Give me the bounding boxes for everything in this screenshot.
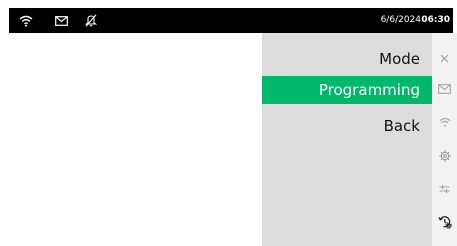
menu-item-label: Back [383,117,420,135]
close-icon[interactable] [432,45,457,71]
wifi-icon[interactable] [432,109,457,135]
mail-icon[interactable] [432,76,457,102]
sliders-icon[interactable] [432,176,457,202]
menu-item-mode[interactable]: Mode [262,45,432,73]
side-rail [432,33,457,246]
history-settings-icon[interactable] [432,209,457,235]
wifi-icon[interactable] [17,8,35,33]
menu-item-label: Mode [379,50,420,68]
menu-panel: Mode Programming Back [262,33,432,246]
menu-item-programming[interactable]: Programming [262,76,432,104]
bell-off-icon[interactable] [83,8,99,33]
status-bar: 6/6/2024 06:30 [9,8,453,33]
main-content-area [9,33,262,246]
status-time: 06:30 [421,15,450,25]
menu-item-label: Programming [318,81,420,99]
status-date: 6/6/2024 [380,15,421,25]
gear-icon[interactable] [432,143,457,169]
mail-icon[interactable] [53,8,69,33]
menu-item-back[interactable]: Back [262,112,432,140]
